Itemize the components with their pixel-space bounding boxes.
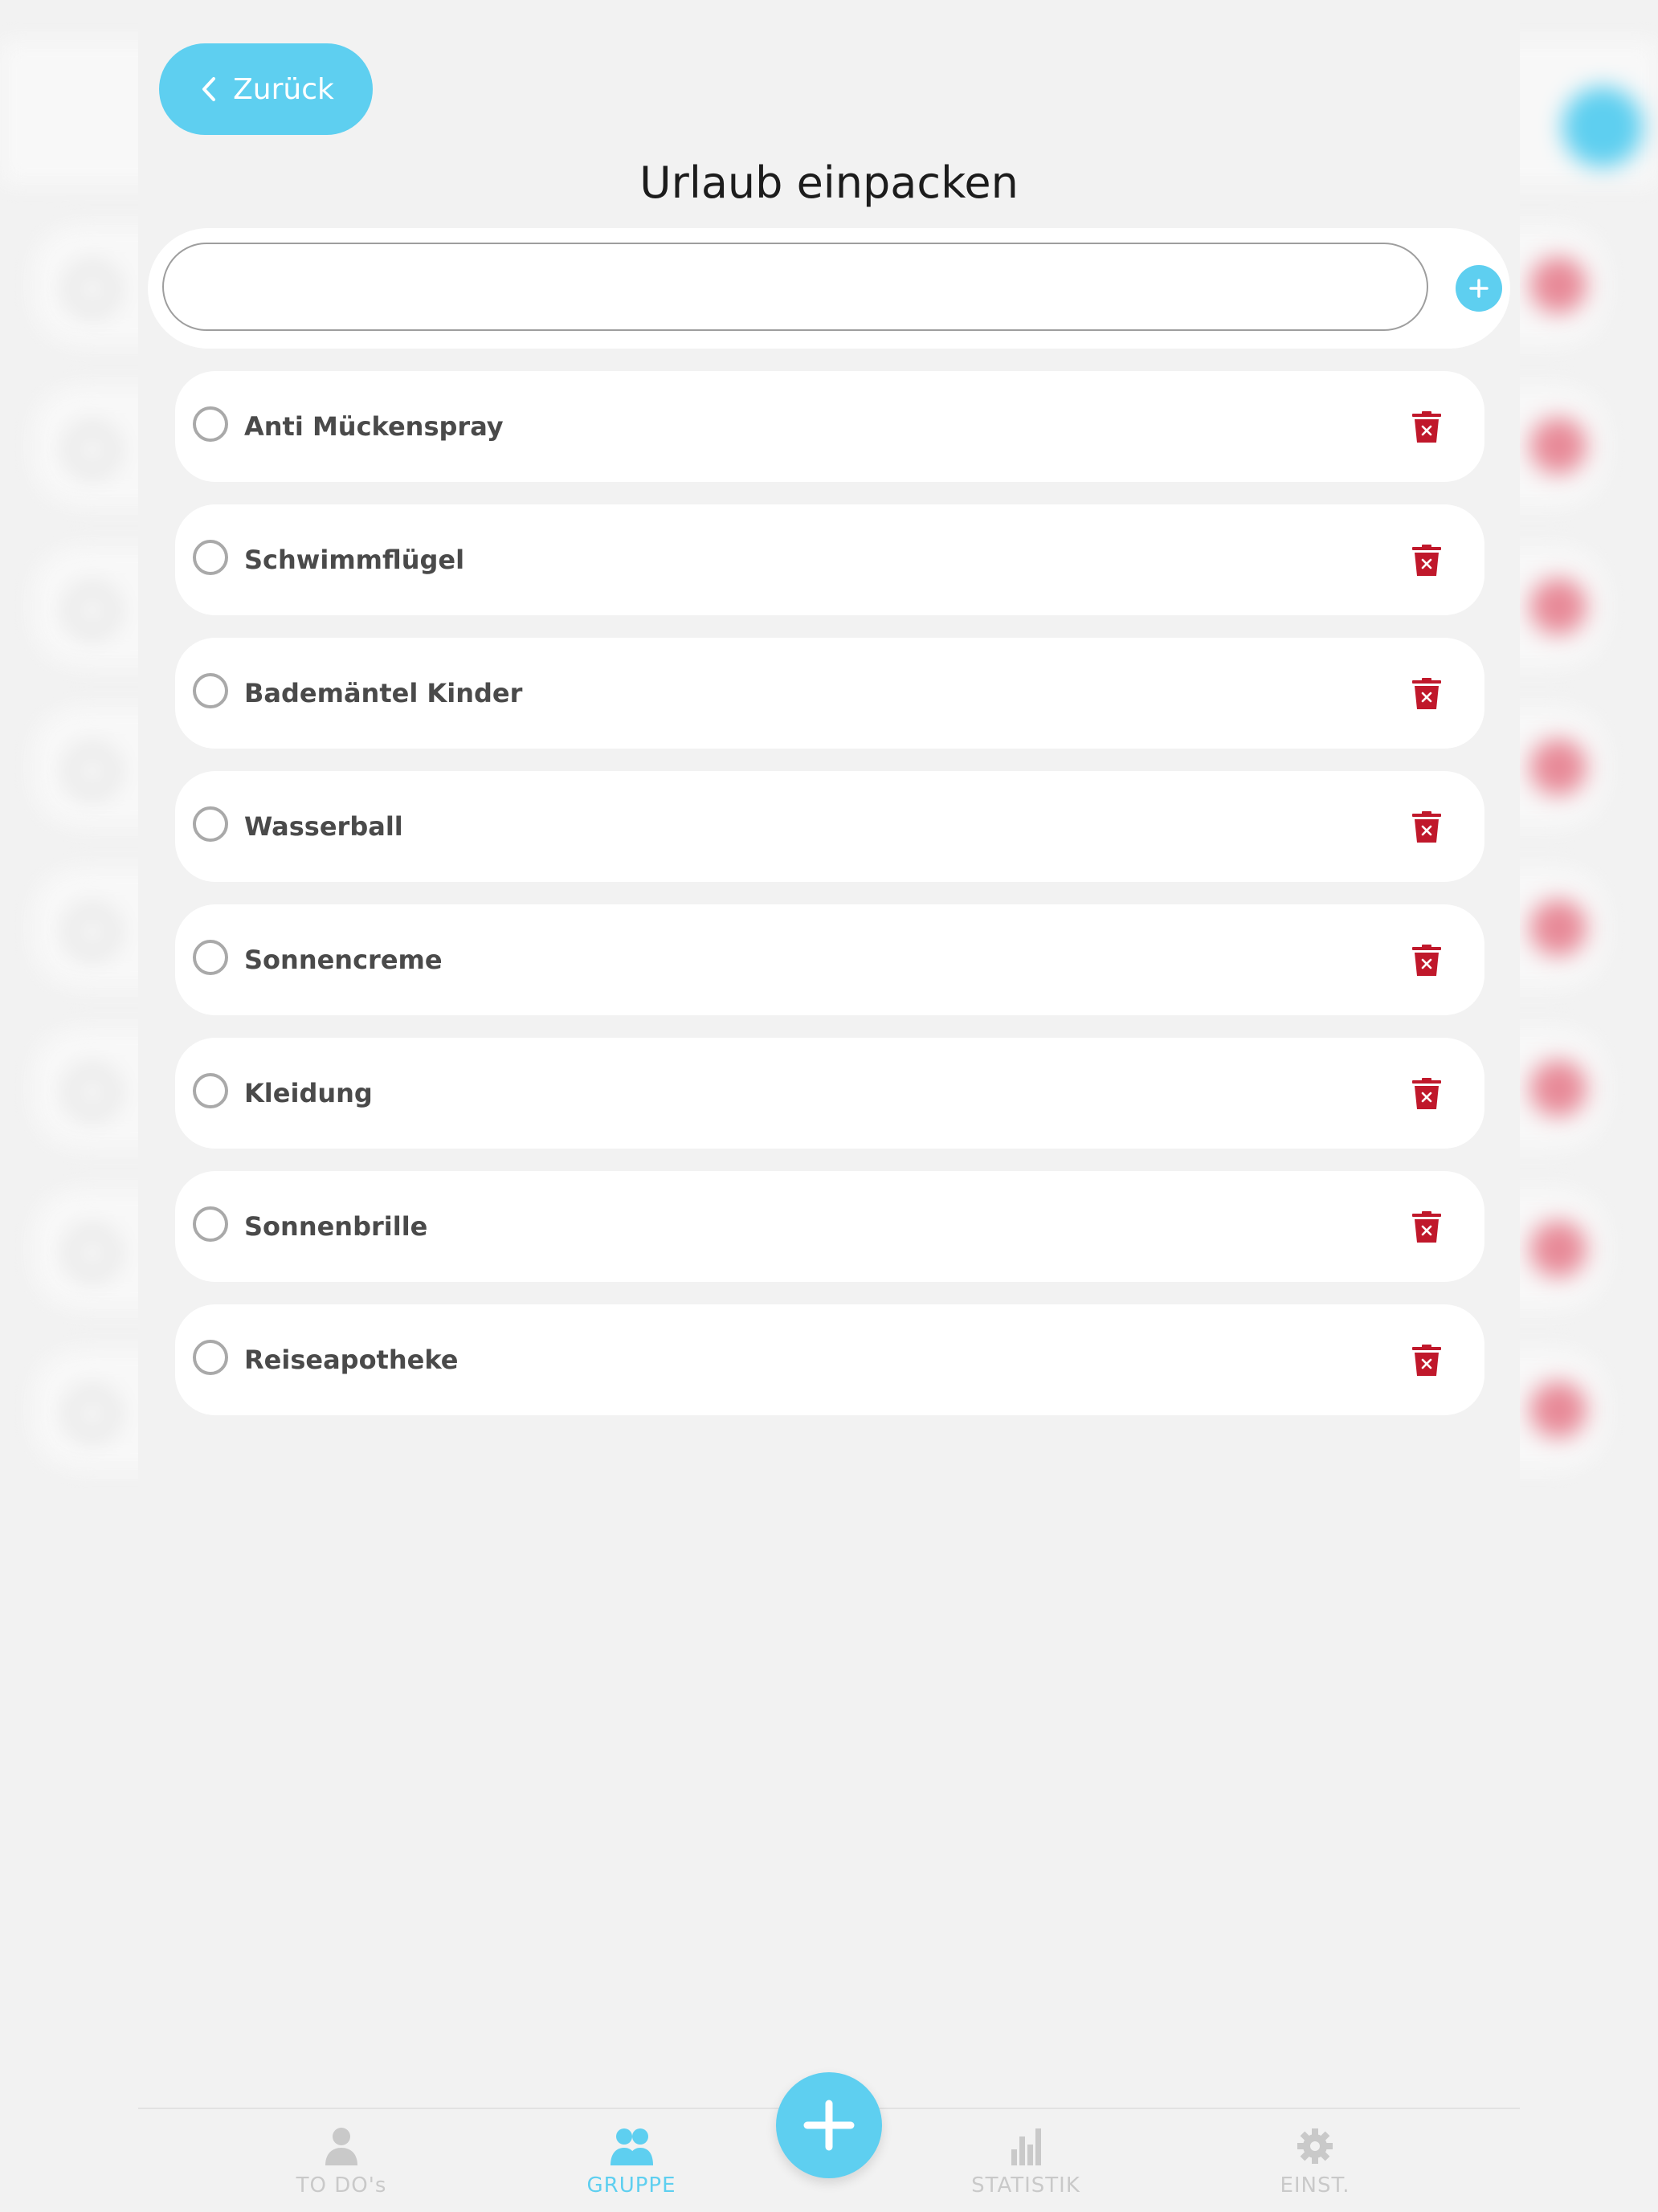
checkbox[interactable] (193, 673, 228, 708)
todo-item: Sonnencreme (175, 904, 1484, 1015)
trash-icon (1412, 545, 1441, 576)
back-button[interactable]: Zurück (159, 43, 373, 135)
back-button-label: Zurück (233, 72, 334, 106)
plus-icon (1469, 279, 1489, 298)
delete-button[interactable] (1411, 411, 1443, 443)
todo-item-label: Kleidung (244, 1078, 373, 1108)
checkbox[interactable] (193, 1073, 228, 1108)
plus-icon (803, 2100, 855, 2151)
todo-item: Wasserball (175, 771, 1484, 882)
checkbox[interactable] (193, 406, 228, 442)
group-detail-panel: Zurück Urlaub einpacken Anti Mückenspray… (138, 0, 1520, 2212)
todo-item-label: Sonnenbrille (244, 1211, 428, 1242)
todo-item: Bademäntel Kinder (175, 638, 1484, 749)
delete-button[interactable] (1411, 811, 1443, 843)
todo-item-label: Reiseapotheke (244, 1345, 459, 1375)
tab-group[interactable]: GRUPPE (551, 2125, 712, 2206)
tab-label: TO DO's (296, 2173, 387, 2198)
add-fab-button[interactable] (776, 2072, 882, 2178)
todo-item: Anti Mückenspray (175, 371, 1484, 482)
todo-item-label: Wasserball (244, 811, 403, 842)
trash-icon (1412, 411, 1441, 443)
trash-icon (1412, 678, 1441, 709)
tab-label: EINST. (1280, 2173, 1350, 2198)
checkbox[interactable] (193, 540, 228, 575)
page-title: Urlaub einpacken (639, 157, 1019, 208)
checkbox[interactable] (193, 1206, 228, 1242)
chevron-left-icon (202, 77, 216, 101)
todo-item: Sonnenbrille (175, 1171, 1484, 1282)
add-item-button[interactable] (1456, 265, 1502, 312)
todo-item: Kleidung (175, 1038, 1484, 1149)
delete-button[interactable] (1411, 1211, 1443, 1243)
todo-item: Reiseapotheke (175, 1304, 1484, 1415)
trash-icon (1412, 1211, 1441, 1243)
trash-icon (1412, 811, 1441, 843)
person-icon (325, 2128, 357, 2165)
checkbox[interactable] (193, 940, 228, 975)
tab-settings[interactable]: EINST. (1235, 2125, 1395, 2206)
checkbox[interactable] (193, 806, 228, 842)
trash-icon (1412, 1345, 1441, 1376)
new-item-input[interactable] (162, 243, 1428, 331)
tab-label: STATISTIK (971, 2173, 1080, 2198)
checkbox[interactable] (193, 1340, 228, 1375)
gear-icon (1297, 2128, 1333, 2164)
group-icon (611, 2128, 653, 2165)
todo-item-label: Anti Mückenspray (244, 411, 504, 442)
new-item-card (148, 228, 1510, 349)
delete-button[interactable] (1411, 678, 1443, 710)
todo-item: Schwimmflügel (175, 504, 1484, 615)
todo-list: Anti Mückenspray Schwimmflügel Bademäntel … (175, 371, 1484, 1438)
trash-icon (1412, 945, 1441, 976)
delete-button[interactable] (1411, 945, 1443, 977)
bar-chart-icon (1011, 2128, 1041, 2165)
tab-todos[interactable]: TO DO's (261, 2125, 422, 2206)
delete-button[interactable] (1411, 545, 1443, 577)
tab-label: GRUPPE (586, 2173, 676, 2198)
trash-icon (1412, 1078, 1441, 1109)
delete-button[interactable] (1411, 1078, 1443, 1110)
todo-item-label: Sonnencreme (244, 945, 443, 975)
tab-statistics[interactable]: STATISTIK (945, 2125, 1106, 2206)
background-avatar (1562, 87, 1643, 167)
todo-item-label: Bademäntel Kinder (244, 678, 523, 708)
todo-item-label: Schwimmflügel (244, 545, 465, 575)
delete-button[interactable] (1411, 1345, 1443, 1377)
